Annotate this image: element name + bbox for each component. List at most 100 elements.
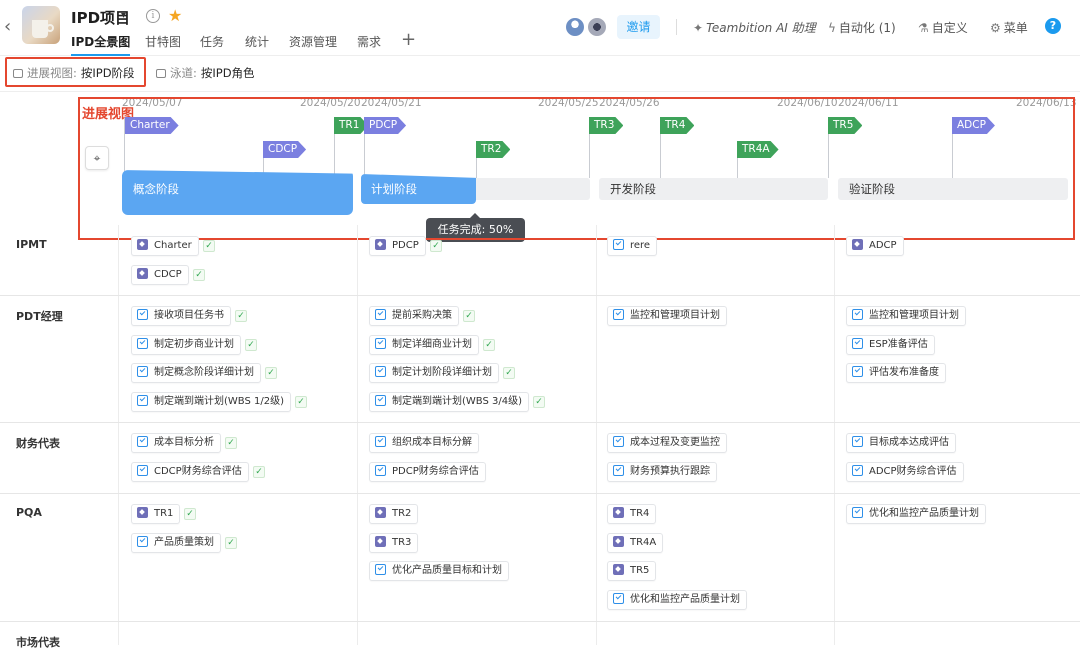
task-checkbox-icon	[375, 465, 386, 476]
task-card[interactable]: 制定概念阶段详细计划	[131, 363, 261, 383]
done-check-icon: ✓	[483, 339, 495, 351]
member-avatar[interactable]	[565, 17, 585, 37]
lane-role-label: PQA	[16, 506, 42, 519]
card-title: TR1	[154, 508, 174, 519]
milestone-card[interactable]: Charter	[131, 236, 199, 256]
task-checkbox-icon	[137, 465, 148, 476]
task-card[interactable]: 制定计划阶段详细计划	[369, 363, 499, 383]
card-title: PDCP	[392, 240, 419, 251]
task-card[interactable]: 制定端到端计划(WBS 3/4级)	[369, 392, 529, 412]
add-tab-icon[interactable]: +	[401, 29, 416, 50]
flask-icon: ⚗	[918, 21, 929, 35]
milestone-card[interactable]: TR1	[131, 504, 181, 524]
task-card[interactable]: 产品质量策划	[131, 533, 221, 553]
task-card[interactable]: 优化产品质量目标和计划	[369, 561, 509, 581]
project-avatar[interactable]	[22, 6, 60, 44]
lane-column-divider	[118, 225, 119, 645]
milestone-diamond-icon	[613, 507, 624, 518]
card-title: 优化产品质量目标和计划	[392, 565, 502, 576]
help-icon[interactable]: ?	[1045, 18, 1061, 34]
menu-button[interactable]: ⚙ 菜单	[990, 19, 1028, 36]
lane-role-label: IPMT	[16, 238, 47, 251]
lane-row-divider	[0, 621, 1080, 622]
task-card[interactable]: 监控和管理项目计划	[607, 306, 727, 326]
task-card[interactable]: 财务预算执行跟踪	[607, 462, 717, 482]
task-checkbox-icon	[137, 395, 148, 406]
done-check-icon: ✓	[265, 367, 277, 379]
task-checkbox-icon	[375, 338, 386, 349]
milestone-card[interactable]: TR4A	[607, 533, 664, 553]
card-title: 财务预算执行跟踪	[630, 466, 710, 477]
task-card[interactable]: 成本目标分析	[131, 433, 221, 453]
card-title: ESP准备评估	[869, 339, 928, 350]
invite-button[interactable]: 邀请	[617, 15, 660, 39]
task-card[interactable]: 成本过程及变更监控	[607, 433, 727, 453]
done-check-icon: ✓	[245, 339, 257, 351]
header-divider	[676, 19, 677, 35]
task-card[interactable]: 优化和监控产品质量计划	[607, 590, 747, 610]
card-title: TR2	[392, 508, 412, 519]
tab-ipd-overview[interactable]: IPD全景图	[71, 33, 131, 56]
customize-button[interactable]: ⚗ 自定义	[918, 19, 968, 36]
milestone-card[interactable]: PDCP	[369, 236, 426, 256]
milestone-card[interactable]: TR3	[369, 533, 419, 553]
done-check-icon: ✓	[225, 537, 237, 549]
task-card[interactable]: ADCP财务综合评估	[846, 462, 964, 482]
card-title: 优化和监控产品质量计划	[630, 594, 740, 605]
ai-assistant-button[interactable]: ✦ Teambition AI 助理	[693, 19, 816, 36]
card-title: 成本过程及变更监控	[630, 437, 720, 448]
task-checkbox-icon	[137, 338, 148, 349]
milestone-card[interactable]: TR4	[607, 504, 657, 524]
task-card[interactable]: 优化和监控产品质量计划	[846, 504, 986, 524]
member-avatar[interactable]	[587, 17, 607, 37]
back-icon[interactable]: ‹	[4, 16, 11, 37]
card-title: 提前采购决策	[392, 310, 452, 321]
task-card[interactable]: PDCP财务综合评估	[369, 462, 486, 482]
swimlane-filter[interactable]: 泳道: 按IPD角色	[156, 65, 255, 81]
task-card[interactable]: CDCP财务综合评估	[131, 462, 249, 482]
done-check-icon: ✓	[225, 437, 237, 449]
tab-tasks[interactable]: 任务	[200, 33, 224, 50]
milestone-card[interactable]: TR2	[369, 504, 419, 524]
tab-requirements[interactable]: 需求	[357, 33, 381, 50]
task-card[interactable]: ESP准备评估	[846, 335, 935, 355]
task-card[interactable]: rere	[607, 236, 658, 256]
task-card[interactable]: 评估发布准备度	[846, 363, 946, 383]
task-card[interactable]: 制定初步商业计划	[131, 335, 241, 355]
milestone-card[interactable]: TR5	[607, 561, 657, 581]
milestone-diamond-icon	[375, 239, 386, 250]
done-check-icon: ✓	[503, 367, 515, 379]
task-checkbox-icon	[852, 366, 863, 377]
task-card[interactable]: 制定详细商业计划	[369, 335, 479, 355]
top-header: ‹ IPD项目 ▾ i ★ IPD全景图 甘特图 任务 统计 资源管理 需求 +…	[0, 0, 1080, 56]
tab-gantt[interactable]: 甘特图	[145, 33, 181, 50]
task-card[interactable]: 监控和管理项目计划	[846, 306, 966, 326]
card-title: 评估发布准备度	[869, 367, 939, 378]
task-card[interactable]: 制定端到端计划(WBS 1/2级)	[131, 392, 291, 412]
task-checkbox-icon	[613, 593, 624, 604]
done-check-icon: ✓	[193, 269, 205, 281]
star-icon[interactable]: ★	[168, 6, 182, 25]
task-card[interactable]: 接收项目任务书	[131, 306, 231, 326]
card-title: 监控和管理项目计划	[630, 310, 720, 321]
card-title: PDCP财务综合评估	[392, 466, 479, 477]
task-checkbox-icon	[375, 309, 386, 320]
automation-button[interactable]: ϟ 自动化 (1)	[828, 19, 896, 36]
table-icon	[156, 69, 166, 78]
milestone-card[interactable]: ADCP	[846, 236, 904, 256]
task-card[interactable]: 提前采购决策	[369, 306, 459, 326]
card-title: 组织成本目标分解	[392, 437, 472, 448]
info-icon[interactable]: i	[146, 9, 160, 23]
card-title: TR3	[392, 537, 412, 548]
card-title: ADCP	[869, 240, 897, 251]
chevron-down-icon[interactable]: ▾	[121, 10, 126, 21]
done-check-icon: ✓	[253, 466, 265, 478]
milestone-card[interactable]: CDCP	[131, 265, 189, 285]
tab-stats[interactable]: 统计	[245, 33, 269, 50]
task-card[interactable]: 目标成本达成评估	[846, 433, 956, 453]
task-card[interactable]: 组织成本目标分解	[369, 433, 479, 453]
tab-resources[interactable]: 资源管理	[289, 33, 337, 50]
done-check-icon: ✓	[203, 240, 215, 252]
card-title: 制定概念阶段详细计划	[154, 367, 254, 378]
card-title: 优化和监控产品质量计划	[869, 508, 979, 519]
